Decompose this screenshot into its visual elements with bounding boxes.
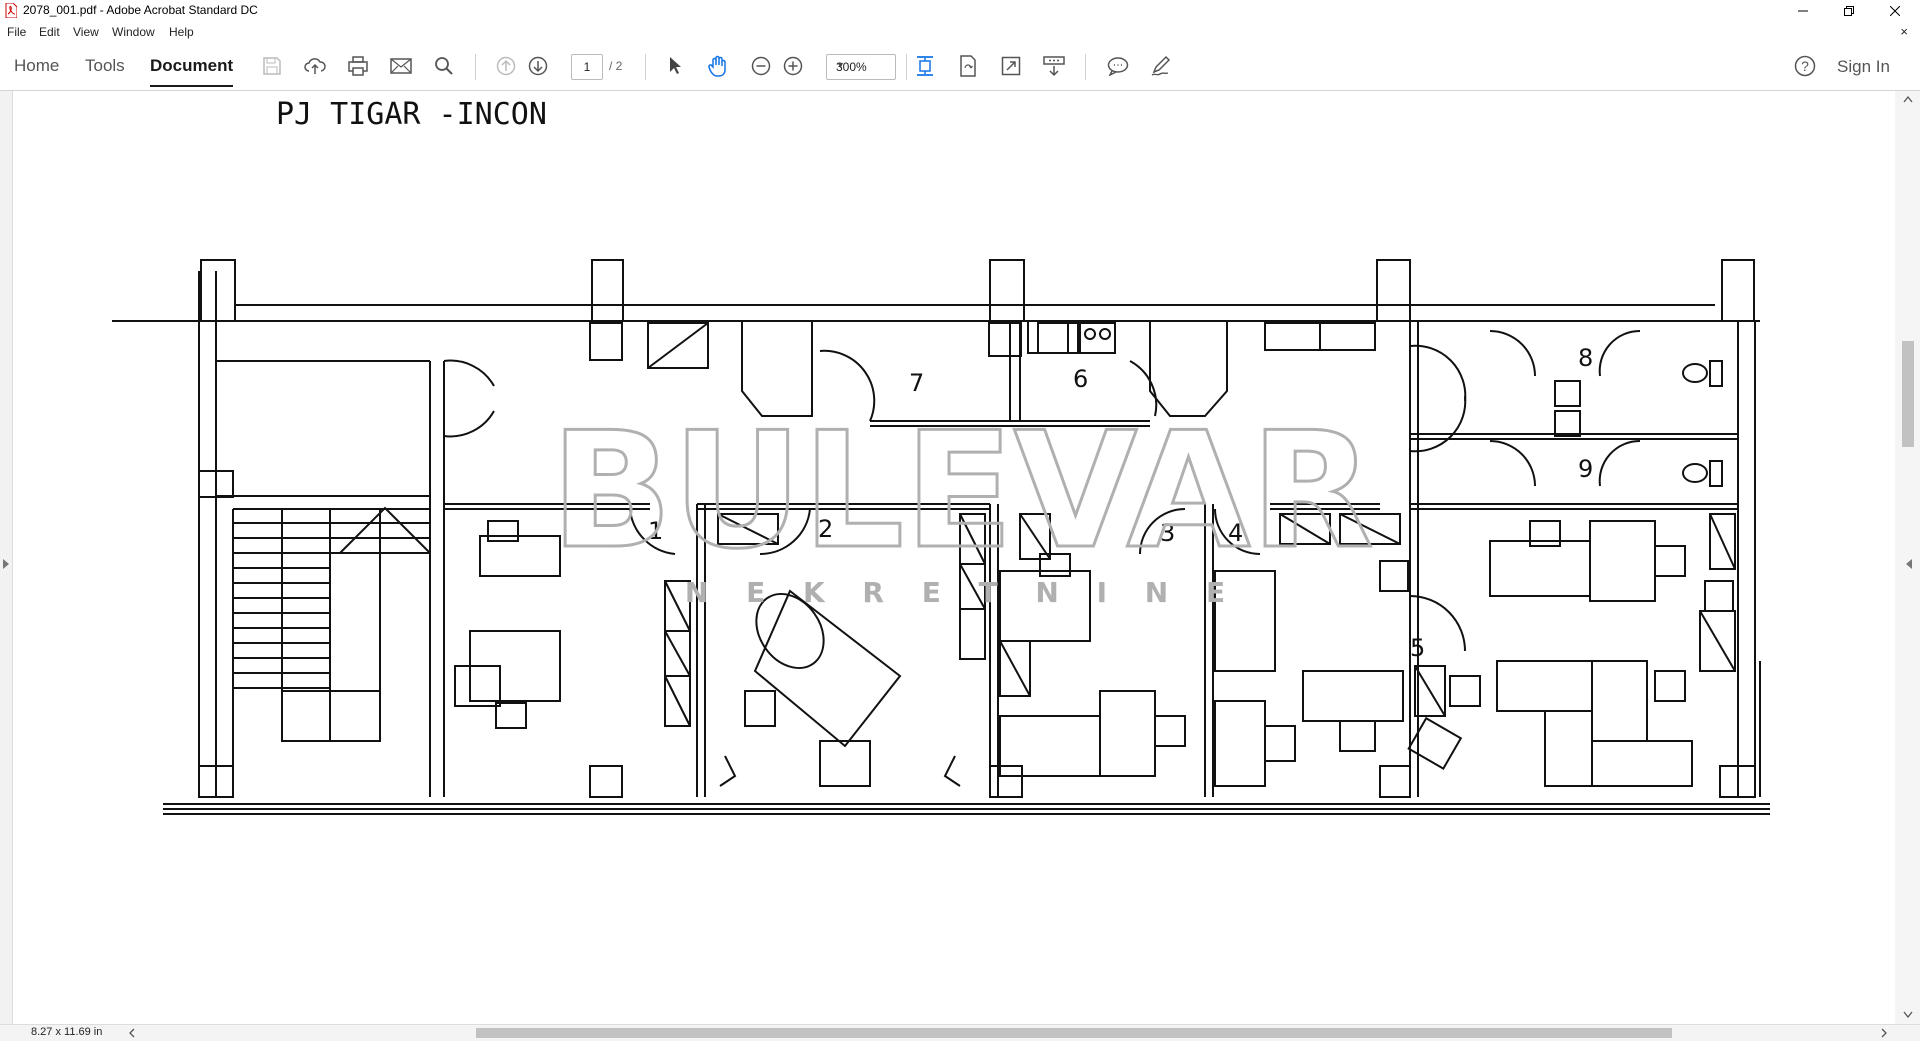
expand-icon bbox=[1001, 56, 1021, 76]
toolbar-separator bbox=[475, 54, 476, 80]
sign-in-link[interactable]: Sign In bbox=[1837, 57, 1890, 77]
sign-button[interactable] bbox=[1147, 52, 1175, 80]
hand-tool-button[interactable] bbox=[704, 52, 732, 80]
room-number-7: 7 bbox=[909, 369, 924, 397]
minimize-icon bbox=[1798, 10, 1808, 12]
restore-button[interactable] bbox=[1826, 0, 1872, 22]
menu-view[interactable]: View bbox=[73, 25, 99, 39]
toolbar-separator bbox=[906, 54, 907, 80]
pen-icon bbox=[1151, 55, 1171, 76]
menu-file[interactable]: File bbox=[7, 25, 26, 39]
vertical-scroll-thumb[interactable] bbox=[1902, 341, 1914, 447]
email-button[interactable] bbox=[387, 52, 415, 80]
arrow-up-circle-icon bbox=[496, 56, 516, 76]
save-button[interactable] bbox=[258, 52, 286, 80]
close-icon bbox=[1890, 6, 1900, 16]
menu-edit[interactable]: Edit bbox=[39, 25, 60, 39]
help-button[interactable]: ? bbox=[1791, 52, 1819, 80]
save-icon bbox=[263, 57, 281, 75]
search-icon bbox=[435, 57, 453, 75]
room-number-5: 5 bbox=[1410, 634, 1425, 662]
tab-document[interactable]: Document bbox=[150, 56, 234, 87]
full-screen-button[interactable] bbox=[997, 52, 1025, 80]
page-rotate-icon bbox=[960, 55, 976, 77]
vertical-scrollbar[interactable] bbox=[1895, 91, 1920, 1025]
chevron-down-icon: ▼ bbox=[836, 60, 845, 70]
horizontal-scroll-thumb[interactable] bbox=[476, 1028, 1672, 1038]
comment-icon bbox=[1107, 57, 1129, 76]
zoom-in-button[interactable] bbox=[779, 52, 807, 80]
fit-page-button[interactable] bbox=[911, 52, 939, 80]
zoom-select[interactable]: 300% ▼ bbox=[826, 54, 896, 80]
arrow-down-circle-icon bbox=[528, 56, 548, 76]
watermark: BULEVAR N E K R E T N I N E bbox=[549, 396, 1375, 610]
window-title: 2078_001.pdf - Adobe Acrobat Standard DC bbox=[23, 3, 258, 17]
help-icon: ? bbox=[1794, 55, 1816, 77]
previous-page-button[interactable] bbox=[492, 52, 520, 80]
pdf-icon bbox=[5, 3, 17, 18]
room-number-8: 8 bbox=[1578, 344, 1593, 372]
fit-page-icon bbox=[917, 56, 933, 76]
page-size-label: 8.27 x 11.69 in bbox=[31, 1026, 103, 1038]
minimize-button[interactable] bbox=[1780, 0, 1826, 22]
watermark-main: BULEVAR bbox=[550, 397, 1373, 584]
chevron-left-icon bbox=[1906, 559, 1912, 569]
menu-window[interactable]: Window bbox=[112, 25, 155, 39]
tab-tools[interactable]: Tools bbox=[85, 56, 125, 76]
toolbar-separator bbox=[1085, 54, 1086, 80]
rotate-view-button[interactable] bbox=[954, 52, 982, 80]
select-tool-button[interactable] bbox=[661, 52, 689, 80]
close-button[interactable] bbox=[1872, 0, 1918, 22]
next-page-button[interactable] bbox=[524, 52, 552, 80]
upload-button[interactable] bbox=[301, 52, 329, 80]
floor-plan: PJ TIGAR -INCON 1 2 3 4 5 6 7 8 9 BULEVA… bbox=[112, 97, 1770, 815]
cursor-arrow-icon bbox=[670, 57, 681, 74]
chevron-left-icon[interactable] bbox=[128, 1028, 136, 1038]
main-toolbar: Home Tools Document 1 / 2 300% ▼ ? Sign … bbox=[0, 42, 1920, 91]
chevron-down-icon bbox=[1903, 1011, 1913, 1019]
hand-icon bbox=[708, 55, 726, 77]
restore-icon bbox=[1844, 6, 1854, 16]
room-number-6: 6 bbox=[1073, 365, 1088, 393]
toolbar-separator bbox=[645, 54, 646, 80]
close-document-button[interactable]: × bbox=[1900, 24, 1908, 39]
menu-bar: File Edit View Window Help × bbox=[0, 22, 1920, 42]
printer-icon bbox=[348, 56, 368, 76]
menu-help[interactable]: Help bbox=[169, 25, 194, 39]
zoom-out-button[interactable] bbox=[747, 52, 775, 80]
scroll-mode-icon bbox=[1043, 56, 1065, 77]
title-bar: 2078_001.pdf - Adobe Acrobat Standard DC bbox=[0, 0, 1920, 22]
envelope-icon bbox=[390, 58, 412, 74]
chevron-up-icon bbox=[1903, 95, 1913, 103]
page-number-input[interactable]: 1 bbox=[571, 54, 603, 80]
scroll-mode-button[interactable] bbox=[1040, 52, 1068, 80]
watermark-sub: N E K R E T N I N E bbox=[685, 576, 1239, 609]
svg-text:?: ? bbox=[1801, 58, 1809, 74]
status-bar: 8.27 x 11.69 in bbox=[0, 1024, 1920, 1041]
plan-heading: PJ TIGAR -INCON bbox=[276, 97, 547, 132]
plus-circle-icon bbox=[783, 56, 803, 76]
chevron-right-icon[interactable] bbox=[1880, 1028, 1888, 1038]
comment-button[interactable] bbox=[1104, 52, 1132, 80]
search-button[interactable] bbox=[430, 52, 458, 80]
print-button[interactable] bbox=[344, 52, 372, 80]
cloud-upload-icon bbox=[304, 58, 326, 74]
page-total: / 2 bbox=[609, 59, 623, 73]
minus-circle-icon bbox=[751, 56, 771, 76]
tab-home[interactable]: Home bbox=[14, 56, 59, 76]
document-view[interactable]: PJ TIGAR -INCON 1 2 3 4 5 6 7 8 9 BULEVA… bbox=[0, 91, 1920, 1025]
room-number-9: 9 bbox=[1578, 455, 1593, 483]
